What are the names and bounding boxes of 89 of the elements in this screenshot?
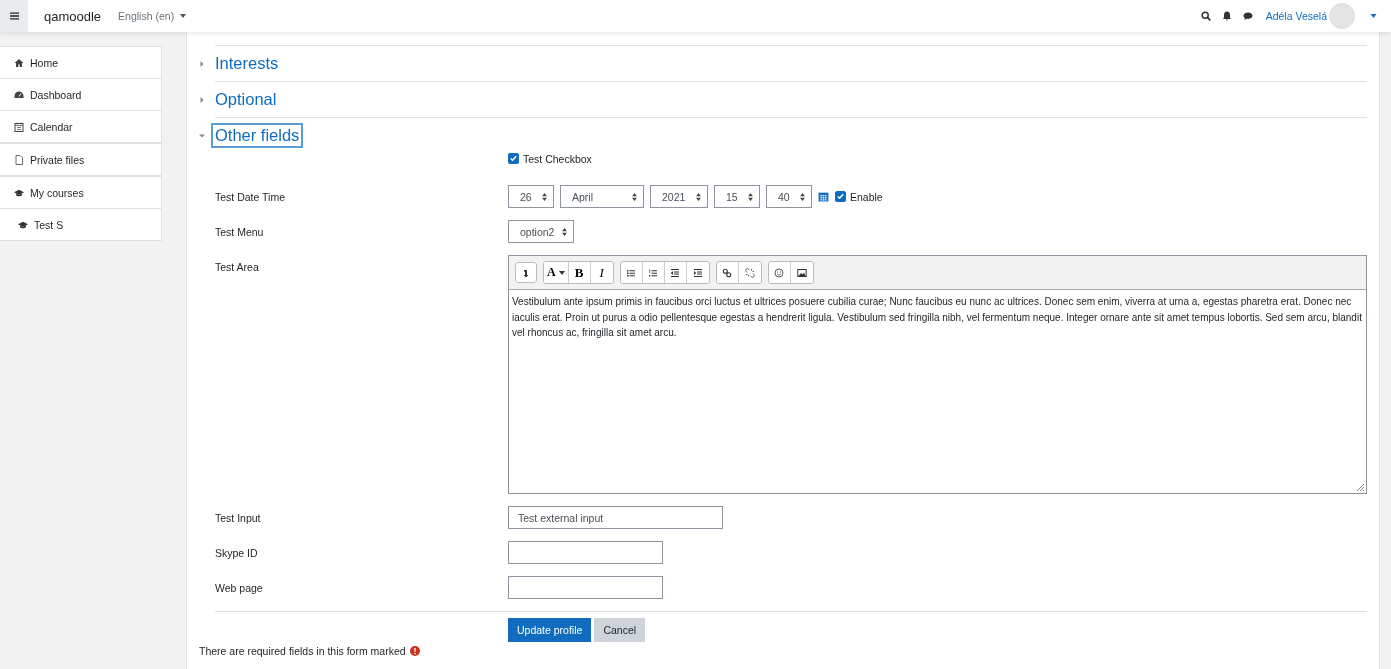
- sidebar-item[interactable]: Test S: [0, 209, 162, 241]
- field-label: Web page: [215, 581, 264, 594]
- checkbox-label: Enable: [850, 190, 883, 203]
- dropdown[interactable]: April: [560, 185, 644, 208]
- sidebar-item[interactable]: Calendar: [0, 111, 162, 143]
- outdent-button[interactable]: [664, 262, 687, 283]
- bullet-list-icon: [626, 267, 637, 278]
- sidebar-item[interactable]: My courses: [0, 176, 162, 209]
- field-label: Skype ID: [215, 546, 259, 559]
- dropdown[interactable]: 26: [508, 185, 554, 208]
- resize-handle-icon[interactable]: [1355, 482, 1365, 492]
- dropdown[interactable]: 2021: [650, 185, 708, 208]
- font-button[interactable]: A: [544, 262, 569, 283]
- field-label: Test Input: [215, 511, 262, 524]
- section-heading[interactable]: Other fields: [211, 123, 304, 148]
- site-name[interactable]: qamoodle: [44, 8, 102, 24]
- sidebar-label: Private files: [30, 153, 85, 166]
- cancel-button[interactable]: Cancel: [594, 618, 646, 642]
- sidebar-label: Dashboard: [30, 88, 82, 101]
- expanded-caret-icon[interactable]: [199, 132, 205, 139]
- caret-icon[interactable]: [1370, 14, 1377, 18]
- sidebar-label: My courses: [30, 186, 84, 199]
- dropdown[interactable]: 40: [766, 185, 812, 208]
- chain-link-icon: [722, 267, 733, 278]
- field-label: Test Date Time: [215, 190, 287, 203]
- field-label: Test Menu: [215, 225, 265, 238]
- check-icon: [836, 192, 845, 201]
- image-button[interactable]: [790, 262, 813, 283]
- input-field[interactable]: [508, 576, 663, 599]
- search-icon[interactable]: [1200, 11, 1211, 21]
- checkbox[interactable]: Test Checkbox: [508, 152, 1367, 165]
- link-button[interactable]: [716, 262, 739, 283]
- calendar-icon[interactable]: [818, 191, 829, 202]
- checkbox-box[interactable]: [508, 153, 519, 164]
- indent-button[interactable]: [686, 262, 709, 283]
- sidebar-label: Home: [30, 56, 58, 69]
- bell-icon[interactable]: [1221, 11, 1232, 21]
- gauge-icon: [14, 89, 24, 100]
- collapsed-caret-icon[interactable]: [199, 96, 205, 103]
- language-menu[interactable]: English (en): [118, 10, 187, 22]
- up-down-caret-icon: [632, 192, 637, 201]
- caret-icon: [180, 14, 187, 18]
- exclamation-icon: [409, 646, 420, 656]
- numbers-button[interactable]: [642, 262, 665, 283]
- file-icon: [14, 154, 24, 165]
- outdent-icon: [670, 267, 681, 278]
- sidebar-item[interactable]: Private files: [0, 143, 162, 176]
- dropdown[interactable]: 15: [714, 185, 760, 208]
- up-down-caret-icon: [748, 192, 753, 201]
- indent-icon: [692, 267, 703, 278]
- sidebar-label: Test S: [34, 218, 64, 231]
- section-heading[interactable]: Optional: [211, 87, 281, 112]
- graduation-cap-icon: [18, 219, 28, 230]
- caret-icon: [558, 270, 565, 275]
- sidebar-label: Calendar: [30, 120, 73, 133]
- user-name[interactable]: Adéla Veselá: [1265, 10, 1327, 22]
- checkbox[interactable]: [835, 191, 846, 202]
- check-icon: [509, 154, 518, 163]
- checkbox-label: Test Checkbox: [523, 152, 592, 165]
- bullets-button[interactable]: [620, 262, 643, 283]
- section-heading[interactable]: Interests: [211, 51, 283, 76]
- sidebar-item[interactable]: Dashboard: [0, 79, 162, 111]
- required-note: There are required fields in this form marked: [199, 645, 406, 657]
- smiley-icon: [774, 267, 785, 278]
- sidebar-item[interactable]: Home: [0, 46, 162, 79]
- input-field[interactable]: [508, 541, 663, 564]
- submit-button[interactable]: Update profile: [508, 618, 592, 642]
- input-field[interactable]: Test external input: [508, 506, 723, 529]
- italic-button[interactable]: I: [590, 262, 613, 283]
- collapsed-caret-icon[interactable]: [199, 60, 205, 67]
- up-down-caret-icon: [800, 192, 805, 201]
- field-label: Test Area: [215, 260, 260, 273]
- broken-link-icon: [744, 267, 755, 278]
- numbered-list-icon: [648, 267, 659, 278]
- editor-text: Vestibulum ante ipsum primis in faucibus orci luctus et ultrices posuere cubilia curae; Nunc faucibus eu nunc ac ultrices. Donec sem enim, viverra at urna a, egestas pharetra erat. Donec nec iaculis erat. Proin ut purus a odio pellentesque egestas a hendrerit ligula. Vestibulum sed fringilla nibh, vel fermentum neque. Integer ornare ante sit amet tempus lobortis. Sed sem arcu, blandit vel rhoncus ac, fringilla sit amet arcu.: [511, 295, 1363, 340]
- menu-icon: [9, 12, 19, 20]
- bold-button[interactable]: B: [568, 262, 591, 283]
- up-down-caret-icon: [542, 192, 547, 201]
- image-icon: [796, 267, 807, 278]
- up-down-caret-icon: [696, 192, 701, 201]
- up-down-caret-icon: [562, 227, 568, 236]
- speech-bubble-icon[interactable]: [1242, 11, 1253, 21]
- menu-button[interactable]: [0, 0, 28, 32]
- graduation-cap-icon: [14, 187, 24, 198]
- calendar-icon: [14, 121, 24, 132]
- collapse-arrow-icon: [521, 267, 531, 278]
- collapse-button[interactable]: [515, 262, 537, 283]
- dropdown[interactable]: option2: [508, 220, 575, 243]
- house-icon: [14, 57, 24, 68]
